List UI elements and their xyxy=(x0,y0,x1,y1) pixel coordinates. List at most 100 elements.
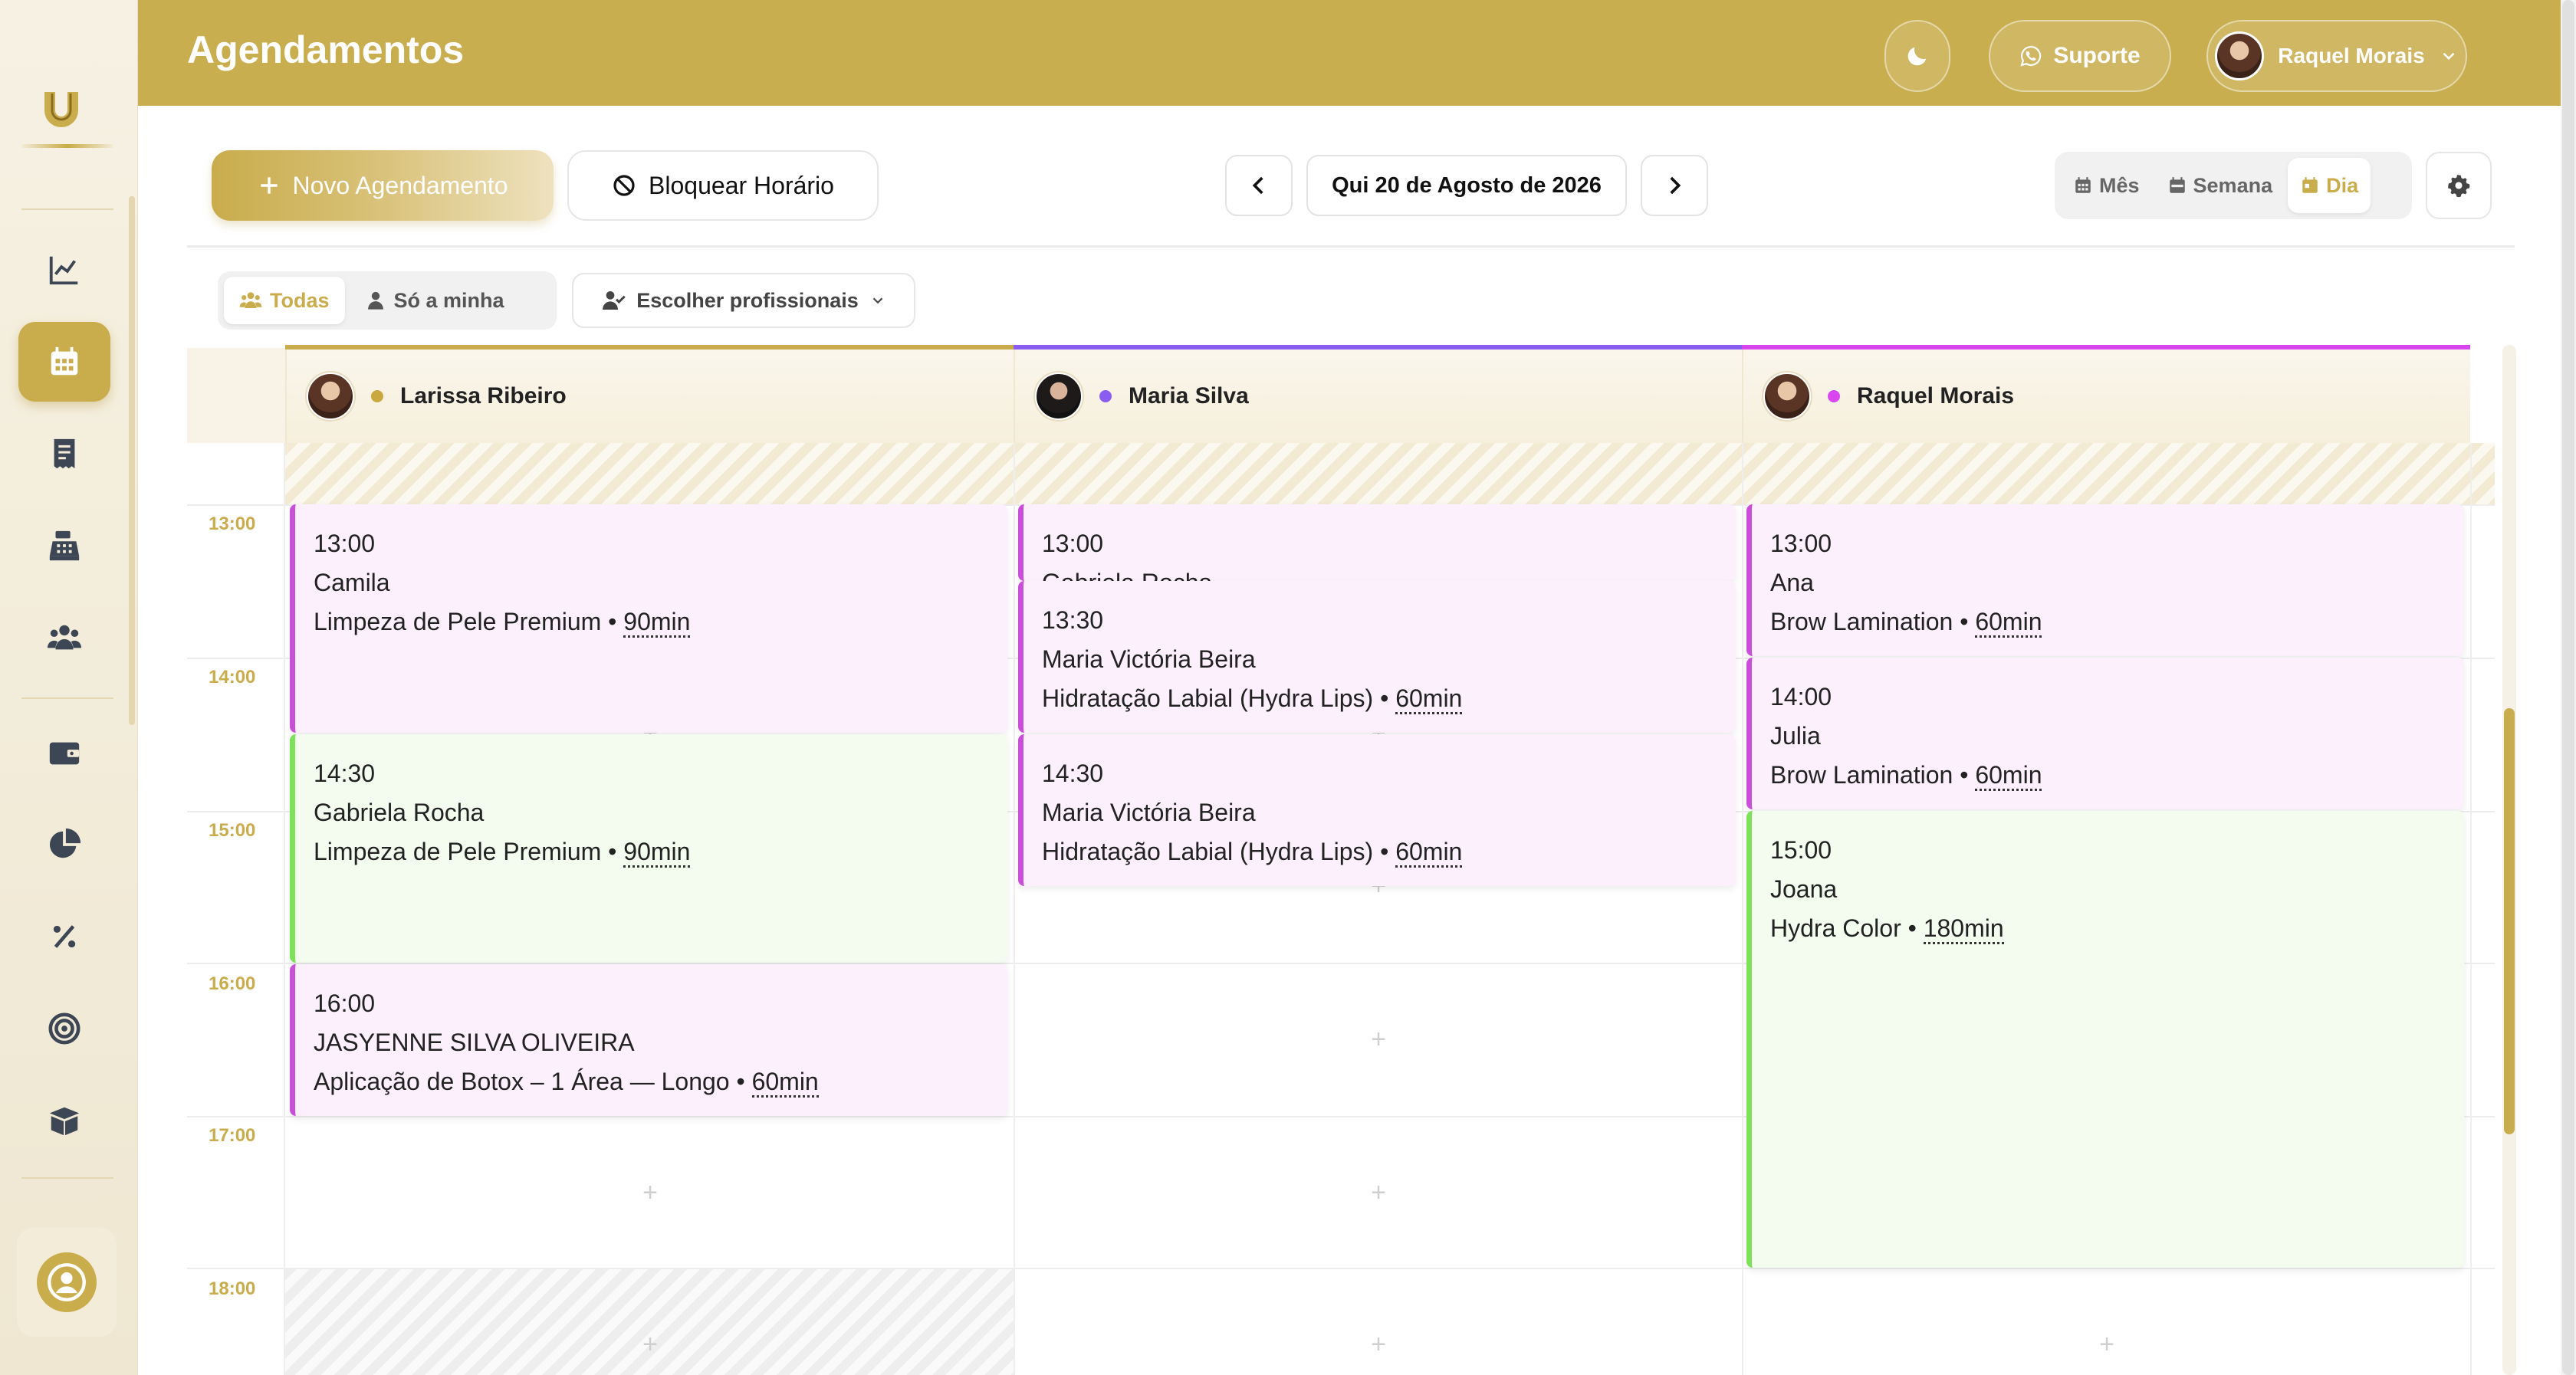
sidebar-item-reports[interactable] xyxy=(18,805,110,884)
appointment-card[interactable]: 15:00 Joana Hydra Color • 180min xyxy=(1746,811,2464,1268)
appointment-duration[interactable]: 60min xyxy=(1975,761,2042,791)
sidebar-divider xyxy=(21,697,113,699)
support-button[interactable]: Suporte xyxy=(1989,20,2171,92)
chevron-down-icon xyxy=(872,297,883,304)
appointment-duration[interactable]: 60min xyxy=(751,1068,819,1098)
sidebar-divider xyxy=(21,208,113,210)
appointment-card[interactable]: 14:30 Maria Victória Beira Hidratação La… xyxy=(1018,734,1736,886)
new-appointment-button[interactable]: Novo Agendamento xyxy=(212,150,554,221)
appointment-duration[interactable]: 60min xyxy=(1395,684,1463,714)
filter-all-label: Todas xyxy=(270,288,330,312)
sidebar-item-clients[interactable] xyxy=(18,598,110,678)
sidebar-item-goals[interactable] xyxy=(18,989,110,1068)
calendar-scrollbar-thumb[interactable] xyxy=(2504,708,2515,1134)
sidebar-item-calendar[interactable] xyxy=(18,322,110,402)
appointment-card[interactable]: 13:30 Maria Victória Beira Hidratação La… xyxy=(1018,581,1736,733)
professional-color-dot xyxy=(1099,390,1112,402)
add-slot-plus-icon[interactable]: + xyxy=(1367,1180,1390,1206)
hour-line xyxy=(187,1268,2495,1269)
user-check-icon xyxy=(603,291,626,310)
user-menu-button[interactable]: Raquel Morais xyxy=(2206,20,2467,92)
choose-professionals-label: Escolher profissionais xyxy=(636,288,859,312)
sidebar-item-commissions[interactable] xyxy=(18,897,110,976)
calendar-day-icon xyxy=(2302,177,2318,193)
professional-name: Larissa Ribeiro xyxy=(400,383,567,409)
logo xyxy=(37,86,86,135)
user-avatar xyxy=(2215,31,2265,80)
appointment-client: Maria Victória Beira xyxy=(1042,799,1256,826)
appointment-duration[interactable]: 60min xyxy=(1975,608,2042,638)
view-day-tab[interactable]: Dia xyxy=(2288,158,2371,213)
theme-toggle-button[interactable] xyxy=(1884,20,1950,92)
appointment-service: Aplicação de Botox – 1 Área — Longo xyxy=(314,1068,730,1095)
view-week-label: Semana xyxy=(2193,173,2273,197)
block-time-button[interactable]: Bloquear Horário xyxy=(567,150,879,221)
current-date-button[interactable]: Qui 20 de Agosto de 2026 xyxy=(1306,155,1627,216)
appointment-card[interactable]: 16:00 JASYENNE SILVA OLIVEIRA Aplicação … xyxy=(290,964,1007,1116)
appointment-client: Maria Victória Beira xyxy=(1042,645,1256,673)
professional-filter-group: Todas Só a minha xyxy=(218,271,557,330)
page-scrollbar-thumb[interactable] xyxy=(2562,0,2574,1375)
sidebar-scrollbar[interactable] xyxy=(129,196,135,725)
ban-icon xyxy=(613,175,635,196)
app-root: Agendamentos Suporte Raquel Morais Novo … xyxy=(0,0,2576,1375)
view-week-tab[interactable]: Semana xyxy=(2155,158,2285,213)
previous-day-button[interactable] xyxy=(1225,155,1293,216)
calendar-settings-button[interactable] xyxy=(2426,152,2492,219)
appointment-card[interactable]: 13:00 Ana Brow Lamination • 60min xyxy=(1746,504,2464,656)
time-label: 17:00 xyxy=(209,1125,256,1146)
page-title: Agendamentos xyxy=(187,28,465,71)
column-line xyxy=(1742,443,1743,1375)
view-month-tab[interactable]: Mês xyxy=(2061,158,2152,213)
add-slot-plus-icon[interactable]: + xyxy=(639,1180,662,1206)
view-switcher: Mês Semana Dia xyxy=(2055,152,2412,219)
appointment-client: Julia xyxy=(1770,722,1821,750)
appointment-card[interactable]: 13:00 Camila Limpeza de Pele Premium • 9… xyxy=(290,504,1007,733)
profile-button[interactable] xyxy=(17,1228,117,1337)
add-slot-plus-icon[interactable]: + xyxy=(1367,1026,1390,1052)
chevron-down-icon xyxy=(2443,52,2455,61)
box-icon xyxy=(49,1107,80,1136)
sidebar-divider xyxy=(21,1177,113,1179)
filter-all-tab[interactable]: Todas xyxy=(224,277,345,324)
filter-mine-tab[interactable]: Só a minha xyxy=(350,277,520,324)
add-slot-plus-icon[interactable]: + xyxy=(1367,1331,1390,1357)
sidebar-item-receipts[interactable] xyxy=(18,414,110,494)
appointment-duration[interactable]: 90min xyxy=(623,608,691,638)
gear-icon xyxy=(2448,175,2470,198)
view-month-label: Mês xyxy=(2099,173,2140,197)
next-day-button[interactable] xyxy=(1641,155,1708,216)
appointment-service: Brow Lamination xyxy=(1770,608,1953,635)
add-slot-plus-icon[interactable]: + xyxy=(2095,1331,2118,1357)
sidebar-item-wallet[interactable] xyxy=(18,713,110,793)
appointment-client: Ana xyxy=(1770,569,1814,596)
column-line xyxy=(1014,443,1015,1375)
appointment-card[interactable]: 14:00 Julia Brow Lamination • 60min xyxy=(1746,658,2464,809)
sidebar-item-dashboard[interactable] xyxy=(18,230,110,310)
professional-header: Raquel Morais xyxy=(1742,349,2470,443)
moon-icon xyxy=(1907,47,1927,66)
appointment-time: 13:00 xyxy=(1042,530,1104,557)
appointment-service: Limpeza de Pele Premium xyxy=(314,838,602,865)
sidebar-item-packages[interactable] xyxy=(18,1081,110,1160)
block-time-label: Bloquear Horário xyxy=(649,171,834,199)
appointment-service: Hidratação Labial (Hydra Lips) xyxy=(1042,838,1374,865)
sidebar-item-cashier[interactable] xyxy=(18,506,110,586)
appointment-client: Gabriela Rocha xyxy=(314,799,485,826)
appointment-duration[interactable]: 180min xyxy=(1923,914,2004,944)
chart-line-icon xyxy=(49,256,78,285)
appointment-duration[interactable]: 60min xyxy=(1395,838,1463,868)
choose-professionals-dropdown[interactable]: Escolher profissionais xyxy=(572,273,915,328)
appointment-duration[interactable]: 90min xyxy=(623,838,691,868)
view-day-label: Dia xyxy=(2326,173,2359,197)
professional-avatar xyxy=(307,372,354,420)
day-calendar: 13:00 14:00 15:00 16:00 17:00 18:00 Lari… xyxy=(187,345,2495,1375)
users-icon xyxy=(47,625,82,650)
chevron-left-icon xyxy=(1252,176,1263,195)
add-slot-plus-icon[interactable]: + xyxy=(639,1331,662,1357)
appointment-card[interactable]: 14:30 Gabriela Rocha Limpeza de Pele Pre… xyxy=(290,734,1007,963)
appointment-card[interactable]: 13:00 Gabriela Rocha xyxy=(1018,504,1736,581)
user-name: Raquel Morais xyxy=(2278,44,2425,67)
chevron-right-icon xyxy=(1670,176,1681,195)
time-gutter-header xyxy=(187,348,285,443)
